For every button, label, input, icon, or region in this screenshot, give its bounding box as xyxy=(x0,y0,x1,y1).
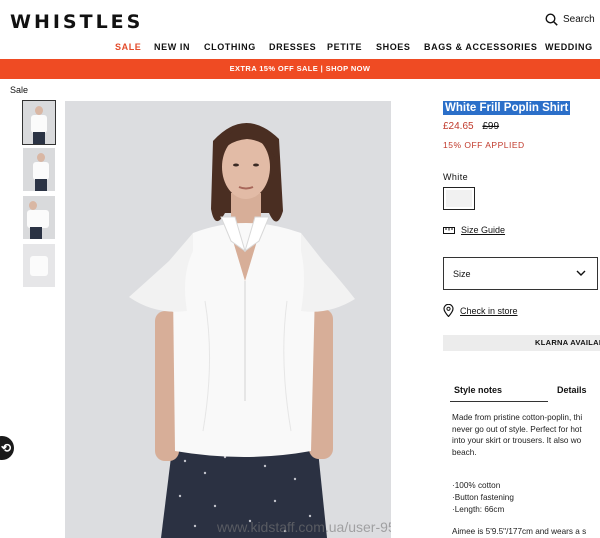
check-in-store-label: Check in store xyxy=(460,305,518,316)
discount-note: 15% OFF APPLIED xyxy=(443,140,525,150)
thumbnail-2[interactable] xyxy=(23,148,55,191)
breadcrumb[interactable]: Sale xyxy=(10,85,28,95)
ruler-icon xyxy=(443,226,455,234)
watermark-text: www.kidstaff.com.ua/user-95982.html xyxy=(217,519,391,535)
search-label: Search xyxy=(563,14,595,25)
check-in-store-link[interactable]: Check in store xyxy=(443,304,518,317)
side-badge[interactable]: ⟲ xyxy=(0,436,14,460)
size-guide-link[interactable]: Size Guide xyxy=(443,225,505,235)
swatch-fill xyxy=(446,190,472,207)
spec-length: ·Length: 66cm xyxy=(452,505,505,514)
description-line: beach. xyxy=(452,447,477,457)
price-now: £24.65 xyxy=(443,121,474,132)
side-badge-icon: ⟲ xyxy=(1,441,12,455)
chevron-down-icon xyxy=(576,270,586,276)
thumbnail-4[interactable] xyxy=(23,244,55,287)
location-pin-icon xyxy=(443,304,454,317)
info-tabs: Style notes Details xyxy=(450,381,600,402)
nav-item-shoes[interactable]: SHOES xyxy=(376,42,411,52)
thumb-figure-head xyxy=(37,153,45,162)
active-tab-underline xyxy=(450,401,548,402)
description-line: never go out of style. Perfect for hot xyxy=(452,424,582,434)
thumb-figure-head xyxy=(29,201,37,210)
product-main-image[interactable]: www.kidstaff.com.ua/user-95982.html xyxy=(65,101,391,538)
tab-style-notes[interactable]: Style notes xyxy=(454,385,502,395)
size-guide-label: Size Guide xyxy=(461,225,506,235)
spec-fastening: ·Button fastening xyxy=(452,493,514,502)
model-info: Aimee is 5'9.5"/177cm and wears a s xyxy=(452,527,587,536)
thumb-figure-legs xyxy=(33,132,45,144)
price: £24.65 £99 xyxy=(443,121,499,132)
description-line: into your skirt or trousers. It also wo xyxy=(452,436,582,445)
product-title: White Frill Poplin Shirt xyxy=(443,101,571,115)
nav-item-dresses[interactable]: DRESSES xyxy=(269,42,316,52)
description-line: Made from pristine cotton-poplin, thi xyxy=(452,413,583,422)
nav-item-wedding[interactable]: WEDDING xyxy=(545,42,593,52)
promo-text: EXTRA 15% OFF SALE | SHOP NOW xyxy=(229,64,371,73)
size-select[interactable]: Size xyxy=(443,257,598,290)
promo-banner[interactable]: EXTRA 15% OFF SALE | SHOP NOW xyxy=(0,59,600,79)
color-swatch-white[interactable] xyxy=(443,187,475,210)
nav-item-clothing[interactable]: CLOTHING xyxy=(204,42,256,52)
size-select-label: Size xyxy=(453,269,471,279)
thumb-figure-shirt xyxy=(33,162,49,180)
thumb-figure-shirt xyxy=(31,115,47,133)
main-nav: SALE NEW IN CLOTHING DRESSES PETITE SHOE… xyxy=(0,42,600,56)
product-description: Made from pristine cotton-poplin, thi ne… xyxy=(452,412,600,458)
nav-item-petite[interactable]: PETITE xyxy=(327,42,362,52)
color-label: White xyxy=(443,172,469,182)
thumbnail-1[interactable] xyxy=(22,100,56,145)
nav-item-sale[interactable]: SALE xyxy=(115,42,141,52)
klarna-banner[interactable]: KLARNA AVAILAB xyxy=(443,335,600,351)
tab-details[interactable]: Details xyxy=(557,385,587,395)
spec-fabric: ·100% cotton xyxy=(452,481,501,490)
klarna-text: KLARNA AVAILAB xyxy=(535,338,600,347)
thumb-shirt-flat xyxy=(30,256,48,276)
thumb-figure-shirt xyxy=(27,210,49,228)
whistles-logo[interactable]: WHISTLES xyxy=(10,11,143,33)
thumb-figure-head xyxy=(35,106,43,115)
thumbnail-3[interactable] xyxy=(23,196,55,239)
thumb-figure-legs xyxy=(30,227,42,239)
nav-item-new-in[interactable]: NEW IN xyxy=(154,42,190,52)
nav-item-bags-accessories[interactable]: BAGS & ACCESSORIES xyxy=(424,42,537,52)
search-icon xyxy=(545,13,558,26)
thumb-figure-legs xyxy=(35,179,47,191)
model-illustration xyxy=(65,101,391,538)
price-was: £99 xyxy=(482,121,500,132)
search-button[interactable]: Search xyxy=(545,13,595,26)
